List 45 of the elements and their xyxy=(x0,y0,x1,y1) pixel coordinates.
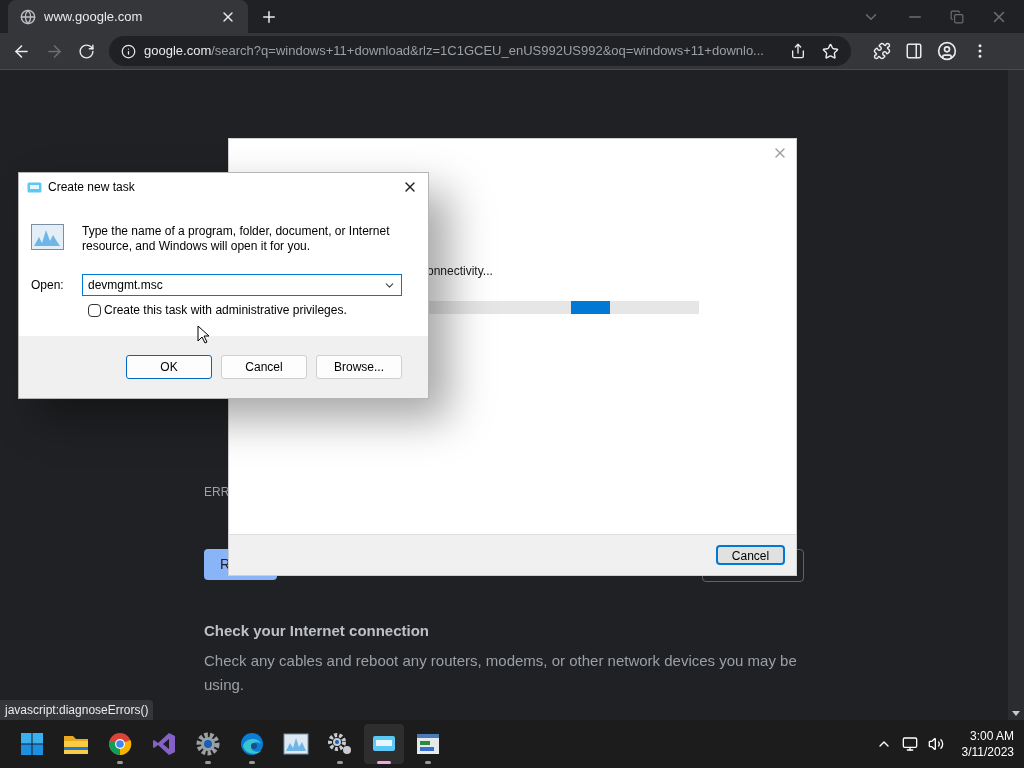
clock[interactable]: 3:00 AM 3/11/2023 xyxy=(961,728,1014,760)
status-text: onnectivity... xyxy=(427,263,493,280)
dialog-button[interactable]: Browse... xyxy=(316,355,402,379)
open-label: Open: xyxy=(31,277,65,294)
profile-icon[interactable] xyxy=(937,41,957,61)
command-combo-box[interactable]: devmgmt.msc xyxy=(82,274,402,296)
reload-icon[interactable] xyxy=(78,42,95,60)
extensions-icon[interactable] xyxy=(873,42,891,60)
restore-icon[interactable] xyxy=(950,9,964,24)
url-path: /search?q=windows+11+download&rlz=1C1GCEU_enUS992US992&oq=windows+11+downlo... xyxy=(211,42,764,61)
window-icon xyxy=(372,734,396,754)
chart-window-icon xyxy=(31,224,64,250)
network-icon[interactable] xyxy=(901,736,918,752)
section-heading: Check your Internet connection xyxy=(204,621,430,641)
dialog-title: Create new task xyxy=(48,179,136,196)
side-panel-icon[interactable] xyxy=(905,42,923,60)
browser-tab[interactable]: www.google.com xyxy=(8,0,248,33)
info-icon[interactable] xyxy=(121,43,136,59)
bookmark-icon[interactable] xyxy=(822,42,839,60)
wave-logo-icon xyxy=(240,732,264,756)
error-code: ERR xyxy=(204,484,230,501)
chart-window-icon xyxy=(283,733,309,755)
window-icon xyxy=(27,181,42,193)
url-domain: google.com xyxy=(144,42,212,61)
admin-checkbox[interactable]: Create this task with administrative privileges. xyxy=(88,301,347,319)
globe-icon xyxy=(20,8,36,25)
share-icon[interactable] xyxy=(790,43,806,59)
browser-icon xyxy=(108,732,132,756)
grid-icon xyxy=(20,732,44,756)
section-text: Check any cables and reboot any routers, modems, or other network devices you may be using. xyxy=(204,650,798,695)
dialog-button[interactable]: OK xyxy=(126,355,212,379)
taskbar-app[interactable] xyxy=(364,724,404,764)
address-bar[interactable]: google.com/search?q=windows+11+download&rlz=1C1GCEU_enUS992US992&oq=windows+11+downlo... xyxy=(109,36,851,66)
gear-icon xyxy=(196,732,220,756)
folder-icon xyxy=(63,733,89,755)
volume-icon[interactable] xyxy=(927,736,944,752)
cursor-icon xyxy=(197,325,209,344)
cancel-button[interactable]: Cancel xyxy=(716,545,785,565)
tab-title: www.google.com xyxy=(44,7,144,26)
control-window-icon xyxy=(416,733,440,755)
dialog-button[interactable]: Cancel xyxy=(221,355,307,379)
dialog-description: Type the name of a program, folder, document, or Internet resource, and Windows will open it for you. xyxy=(82,224,391,254)
ribbon-logo-icon xyxy=(152,732,176,756)
marquee-indicator xyxy=(571,301,610,314)
gears-icon xyxy=(327,732,353,756)
